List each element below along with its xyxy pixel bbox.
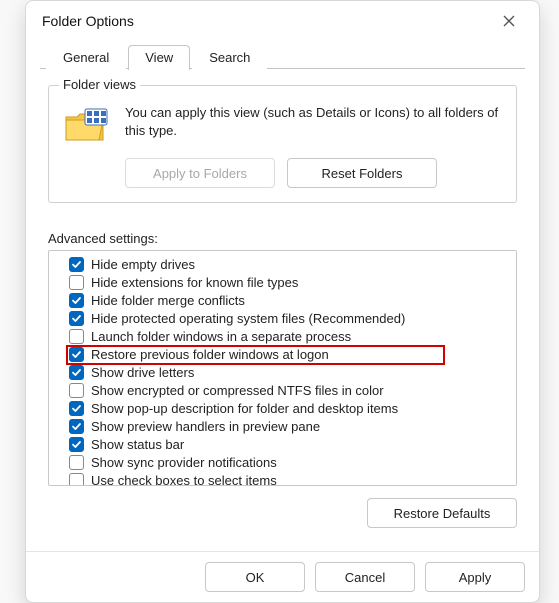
advanced-item[interactable]: Show preview handlers in preview pane xyxy=(69,417,508,435)
advanced-item-label: Use check boxes to select items xyxy=(91,473,277,486)
folder-views-text: You can apply this view (such as Details… xyxy=(125,104,502,139)
advanced-settings-list[interactable]: Hide empty drives Hide extensions for kno… xyxy=(49,251,516,485)
advanced-item[interactable]: Hide empty drives xyxy=(69,255,508,273)
checkbox[interactable] xyxy=(69,311,84,326)
checkbox[interactable] xyxy=(69,419,84,434)
cancel-button[interactable]: Cancel xyxy=(315,562,415,592)
reset-folders-button[interactable]: Reset Folders xyxy=(287,158,437,188)
apply-to-folders-button[interactable]: Apply to Folders xyxy=(125,158,275,188)
checkbox[interactable] xyxy=(69,329,84,344)
ok-button[interactable]: OK xyxy=(205,562,305,592)
checkbox[interactable] xyxy=(69,437,84,452)
tabstrip: General View Search xyxy=(40,41,525,69)
checkbox[interactable] xyxy=(69,347,84,362)
folder-views-group: Folder views xyxy=(48,85,517,203)
folder-options-dialog: Folder Options General View Search Folde… xyxy=(25,0,540,603)
advanced-item[interactable]: Launch folder windows in a separate proc… xyxy=(69,327,508,345)
checkbox[interactable] xyxy=(69,365,84,380)
advanced-item-label: Show pop-up description for folder and d… xyxy=(91,401,398,416)
advanced-item[interactable]: Show status bar xyxy=(69,435,508,453)
checkbox[interactable] xyxy=(69,293,84,308)
advanced-item[interactable]: Restore previous folder windows at logon xyxy=(69,345,508,363)
advanced-item-label: Show status bar xyxy=(91,437,184,452)
tab-search[interactable]: Search xyxy=(192,45,267,69)
advanced-item-label: Show drive letters xyxy=(91,365,194,380)
checkbox[interactable] xyxy=(69,401,84,416)
restore-defaults-button[interactable]: Restore Defaults xyxy=(367,498,517,528)
checkbox[interactable] xyxy=(69,455,84,470)
advanced-item-label: Hide protected operating system files (R… xyxy=(91,311,405,326)
window-title: Folder Options xyxy=(42,13,134,29)
checkbox[interactable] xyxy=(69,383,84,398)
checkbox[interactable] xyxy=(69,473,84,486)
checkbox[interactable] xyxy=(69,257,84,272)
advanced-settings-label: Advanced settings: xyxy=(48,231,517,246)
advanced-item[interactable]: Show sync provider notifications xyxy=(69,453,508,471)
folder-views-legend: Folder views xyxy=(59,77,140,92)
close-icon xyxy=(503,15,515,27)
advanced-item[interactable]: Hide folder merge conflicts xyxy=(69,291,508,309)
advanced-item-label: Show preview handlers in preview pane xyxy=(91,419,320,434)
titlebar: Folder Options xyxy=(26,1,539,41)
advanced-settings-box: Hide empty drives Hide extensions for kno… xyxy=(48,250,517,486)
advanced-item-label: Hide empty drives xyxy=(91,257,195,272)
advanced-item[interactable]: Hide extensions for known file types xyxy=(69,273,508,291)
advanced-item-label: Restore previous folder windows at logon xyxy=(91,347,329,362)
checkbox[interactable] xyxy=(69,275,84,290)
advanced-item[interactable]: Hide protected operating system files (R… xyxy=(69,309,508,327)
advanced-item-label: Hide extensions for known file types xyxy=(91,275,298,290)
advanced-item[interactable]: Show pop-up description for folder and d… xyxy=(69,399,508,417)
advanced-item-label: Hide folder merge conflicts xyxy=(91,293,245,308)
apply-button[interactable]: Apply xyxy=(425,562,525,592)
advanced-item-label: Show encrypted or compressed NTFS files … xyxy=(91,383,384,398)
advanced-item[interactable]: Show drive letters xyxy=(69,363,508,381)
close-button[interactable] xyxy=(495,7,523,35)
folder-views-icon xyxy=(63,106,111,146)
tab-general[interactable]: General xyxy=(46,45,126,69)
dialog-footer: OK Cancel Apply xyxy=(26,551,539,602)
advanced-item[interactable]: Show encrypted or compressed NTFS files … xyxy=(69,381,508,399)
advanced-item[interactable]: Use check boxes to select items xyxy=(69,471,508,485)
advanced-item-label: Show sync provider notifications xyxy=(91,455,277,470)
advanced-item-label: Launch folder windows in a separate proc… xyxy=(91,329,351,344)
tab-view[interactable]: View xyxy=(128,45,190,70)
